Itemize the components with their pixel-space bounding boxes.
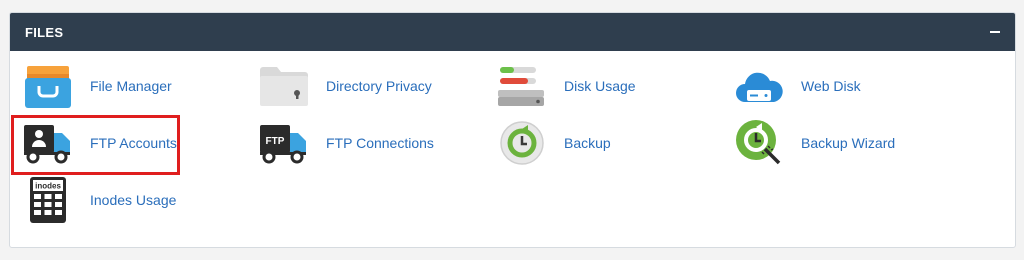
ftp-accounts-link[interactable]: FTP Accounts [24,119,177,167]
ftp-connections-link[interactable]: FTP FTP Connections [260,119,434,167]
web-disk-icon [735,62,783,110]
file-manager-label: File Manager [90,78,172,94]
inodes-icon-text: inodes [35,182,61,191]
ftp-icon-text: FTP [266,136,285,147]
backup-wizard-label: Backup Wizard [801,135,896,151]
file-manager-link[interactable]: File Manager [24,62,172,110]
web-disk-link[interactable]: Web Disk [735,62,861,110]
backup-icon [498,119,546,167]
collapse-button[interactable] [989,25,1001,39]
disk-usage-label: Disk Usage [564,78,636,94]
directory-privacy-icon [260,62,308,110]
backup-label: Backup [564,135,611,151]
directory-privacy-label: Directory Privacy [326,78,432,94]
panel-header: FILES [10,13,1015,51]
ftp-connections-label: FTP Connections [326,135,434,151]
minus-icon [990,31,1000,33]
web-disk-label: Web Disk [801,78,861,94]
inodes-usage-icon: inodes [24,176,72,224]
inodes-usage-link[interactable]: inodes Inodes Usage [24,176,176,224]
ftp-accounts-icon [24,119,72,167]
backup-wizard-icon [735,119,783,167]
backup-wizard-link[interactable]: Backup Wizard [735,119,895,167]
ftp-connections-icon: FTP [260,119,308,167]
directory-privacy-link[interactable]: Directory Privacy [260,62,432,110]
inodes-usage-label: Inodes Usage [90,192,177,208]
backup-link[interactable]: Backup [498,119,611,167]
disk-usage-icon [498,62,546,110]
disk-usage-link[interactable]: Disk Usage [498,62,636,110]
file-manager-icon [24,62,72,110]
ftp-accounts-label: FTP Accounts [90,135,177,151]
panel-title: FILES [25,24,64,40]
